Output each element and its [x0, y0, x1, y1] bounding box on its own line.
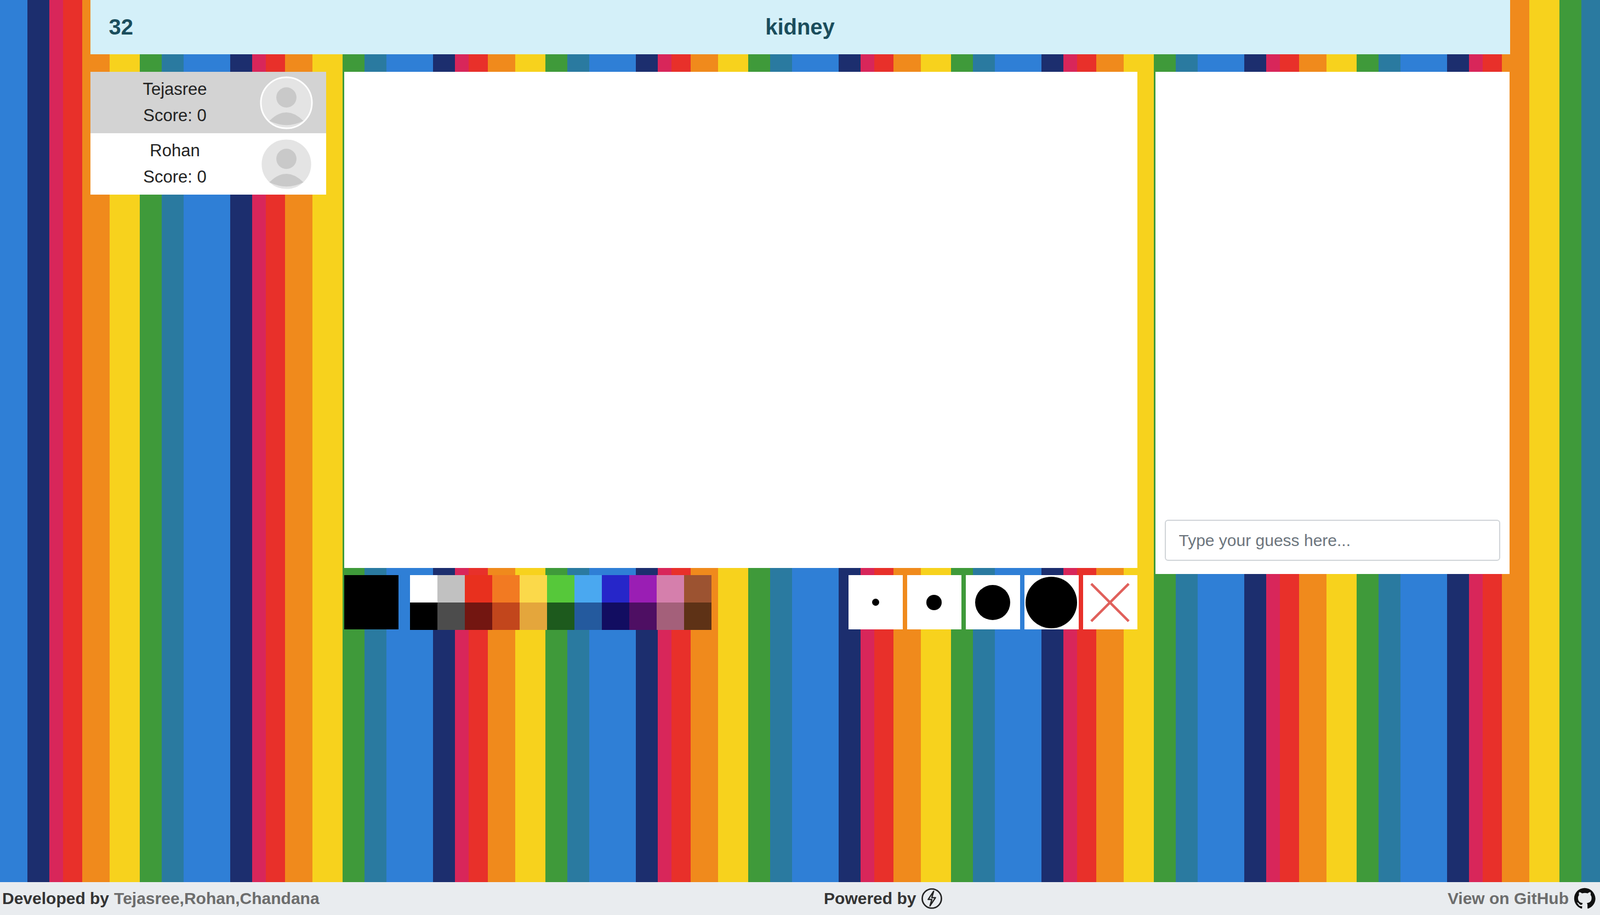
game-container: 32kidneyTejasreeScore: 0RohanScore: 0 — [90, 0, 1511, 882]
color-swatch[interactable] — [684, 602, 712, 630]
color-swatch[interactable] — [492, 574, 520, 603]
current-color-swatch — [344, 574, 399, 630]
brush-dot-icon — [872, 598, 880, 606]
player-info: TejasreeScore: 0 — [90, 76, 260, 129]
brush-size-button[interactable] — [965, 574, 1021, 630]
player-list: TejasreeScore: 0RohanScore: 0 — [90, 71, 327, 195]
avatar-icon — [259, 76, 313, 130]
guess-input[interactable] — [1164, 519, 1501, 561]
color-swatch[interactable] — [492, 602, 520, 630]
color-swatch[interactable] — [519, 574, 548, 603]
color-swatch[interactable] — [410, 602, 438, 630]
lightning-logo-icon[interactable] — [920, 887, 943, 910]
color-swatch[interactable] — [437, 574, 465, 603]
credits: Developed byTejasree,Rohan,Chandana — [2, 889, 320, 908]
clear-button[interactable] — [1083, 574, 1138, 630]
footer: Developed byTejasree,Rohan,Chandana Power… — [0, 881, 1600, 915]
color-swatch[interactable] — [601, 602, 630, 630]
player-row: RohanScore: 0 — [90, 133, 327, 195]
timer: 32 — [109, 14, 175, 40]
player-score: Score: 0 — [90, 102, 260, 129]
color-swatch[interactable] — [629, 574, 657, 603]
canvas-column — [344, 71, 1138, 630]
color-swatch[interactable] — [574, 574, 602, 603]
color-swatch[interactable] — [464, 602, 493, 630]
color-swatch[interactable] — [629, 602, 657, 630]
word: kidney — [174, 14, 1426, 40]
brush-dot-icon — [1025, 576, 1078, 629]
color-swatch[interactable] — [547, 602, 575, 630]
github-link[interactable]: View on GitHub — [1447, 887, 1596, 910]
brush-dot-icon — [926, 594, 942, 611]
chat-panel — [1155, 71, 1510, 574]
clear-x-icon — [1085, 577, 1135, 628]
guess-input-area — [1155, 519, 1510, 574]
color-palette — [410, 574, 712, 630]
drawing-canvas[interactable] — [344, 71, 1138, 568]
developers-link[interactable]: Tejasree,Rohan,Chandana — [114, 889, 320, 908]
avatar-icon — [259, 137, 313, 191]
color-swatch[interactable] — [464, 574, 493, 603]
top-bar: 32kidney — [90, 0, 1511, 55]
color-swatch[interactable] — [656, 602, 685, 630]
toolbar — [344, 574, 1138, 630]
color-swatch[interactable] — [601, 574, 630, 603]
player-info: RohanScore: 0 — [90, 137, 260, 191]
color-swatch[interactable] — [656, 574, 685, 603]
brush-size-button[interactable] — [907, 574, 962, 630]
player-row: TejasreeScore: 0 — [90, 71, 327, 134]
main-row: TejasreeScore: 0RohanScore: 0 — [90, 71, 1511, 630]
player-score: Score: 0 — [90, 163, 260, 191]
powered-label: Powered by — [823, 889, 916, 908]
color-swatch[interactable] — [684, 574, 712, 603]
player-name: Tejasree — [90, 76, 260, 103]
brush-tools — [848, 574, 1138, 630]
brush-dot-icon — [975, 584, 1011, 620]
color-swatch[interactable] — [547, 574, 575, 603]
brush-size-button[interactable] — [848, 574, 903, 630]
game-page: 32kidneyTejasreeScore: 0RohanScore: 0Dev… — [0, 0, 1600, 915]
player-name: Rohan — [90, 137, 260, 164]
developed-label: Developed by — [2, 889, 110, 908]
github-label: View on GitHub — [1447, 889, 1569, 908]
color-swatch[interactable] — [574, 602, 602, 630]
github-icon — [1573, 887, 1596, 910]
color-swatch[interactable] — [519, 602, 548, 630]
color-swatch[interactable] — [437, 602, 465, 630]
chat-messages — [1155, 71, 1510, 520]
color-swatch[interactable] — [410, 574, 438, 603]
powered-by: Powered by — [823, 887, 943, 910]
brush-size-button[interactable] — [1024, 574, 1079, 630]
